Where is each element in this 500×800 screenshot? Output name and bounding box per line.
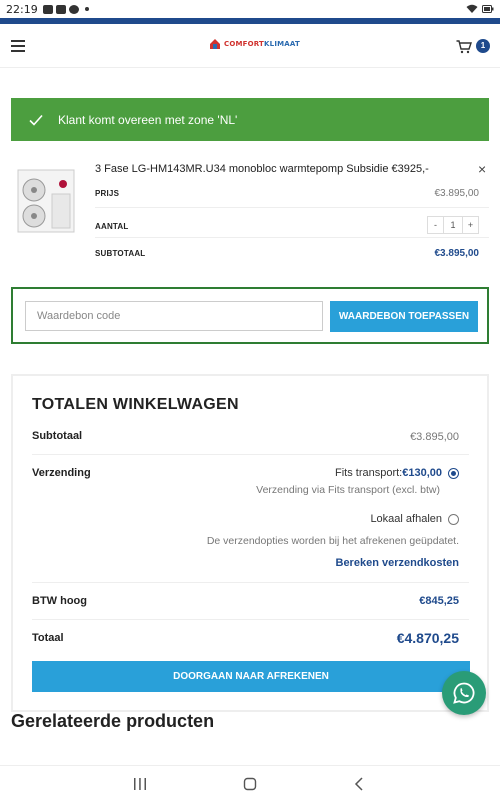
- subtotal-row: SUBTOTAAL €3.895,00: [95, 240, 489, 268]
- battery-icon: [482, 5, 494, 13]
- home-icon[interactable]: [240, 776, 260, 792]
- notification-icons: [42, 4, 89, 14]
- quantity-stepper: - 1 +: [427, 216, 479, 234]
- fits-transport-note: Verzending via Fits transport (excl. btw…: [256, 484, 440, 496]
- cart-item: 3 Fase LG-HM143MR.U34 monobloc warmtepom…: [11, 158, 489, 268]
- quantity-decrease-button[interactable]: -: [428, 217, 443, 233]
- shipping-update-note: De verzendopties worden bij het afrekene…: [206, 535, 459, 547]
- cart-icon: [456, 40, 472, 54]
- zone-match-notice: Klant komt overeen met zone 'NL': [11, 98, 489, 141]
- fits-transport-price: €130,00: [402, 467, 442, 479]
- quantity-row: AANTAL - 1 +: [95, 210, 489, 238]
- quantity-input[interactable]: 1: [443, 217, 463, 233]
- vat-label: BTW hoog: [32, 595, 87, 607]
- totals-subtotal-label: Subtotaal: [32, 430, 83, 442]
- house-logo-icon: [210, 39, 220, 49]
- whatsapp-chat-button[interactable]: [442, 671, 486, 715]
- total-value: €4.870,25: [396, 630, 459, 646]
- settings-icon: [68, 4, 79, 14]
- apply-coupon-button[interactable]: WAARDEBON TOEPASSEN: [330, 301, 478, 332]
- status-time: 22:19: [6, 2, 38, 16]
- more-notifications-icon: [84, 7, 89, 11]
- wifi-icon: [466, 4, 478, 13]
- site-header: COMFORTKLIMAAT 1: [0, 24, 500, 68]
- recent-apps-icon[interactable]: [130, 776, 150, 792]
- totals-subtotal-value: €3.895,00: [410, 431, 459, 443]
- proceed-to-checkout-button[interactable]: DOORGAAN NAAR AFREKENEN: [32, 661, 470, 692]
- cart-count-badge: 1: [476, 39, 490, 53]
- product-title[interactable]: 3 Fase LG-HM143MR.U34 monobloc warmtepom…: [95, 163, 455, 175]
- total-label: Totaal: [32, 632, 64, 644]
- shipping-option-pickup[interactable]: Lokaal afhalen: [370, 513, 459, 525]
- cart-totals: TOTALEN WINKELWAGEN Subtotaal €3.895,00 …: [11, 374, 489, 712]
- cart-totals-heading: TOTALEN WINKELWAGEN: [32, 396, 239, 413]
- back-icon[interactable]: [350, 776, 370, 792]
- vat-row: BTW hoog €845,25: [32, 583, 469, 620]
- coupon-form: WAARDEBON TOEPASSEN: [11, 287, 489, 344]
- system-icons: [466, 4, 494, 14]
- local-pickup-name: Lokaal afhalen: [370, 513, 442, 525]
- quantity-increase-button[interactable]: +: [463, 217, 478, 233]
- remove-item-button[interactable]: ×: [478, 162, 486, 176]
- status-bar: 22:19: [0, 0, 500, 18]
- menu-icon[interactable]: [11, 40, 25, 52]
- whatsapp-icon: [453, 682, 475, 704]
- notice-text: Klant komt overeen met zone 'NL': [58, 112, 238, 127]
- subtotal-label: SUBTOTAAL: [95, 249, 146, 258]
- shipping-option-fits[interactable]: Fits transport: €130,00: [335, 467, 459, 479]
- site-logo[interactable]: COMFORTKLIMAAT: [209, 38, 300, 50]
- grand-total-row: Totaal €4.870,25: [32, 620, 469, 656]
- shipping-label: Verzending: [32, 467, 91, 479]
- cart-button[interactable]: 1: [456, 37, 492, 57]
- product-image[interactable]: [16, 166, 76, 236]
- price-label: PRIJS: [95, 189, 120, 198]
- related-products-heading: Gerelateerde producten: [11, 711, 215, 731]
- gallery-icon: [55, 4, 66, 14]
- fits-transport-radio[interactable]: [448, 467, 459, 479]
- checkmark-icon: [29, 114, 43, 126]
- youtube-icon: [42, 4, 53, 14]
- price-row: PRIJS €3.895,00: [95, 180, 489, 208]
- price-value: €3.895,00: [434, 188, 480, 199]
- quantity-label: AANTAL: [95, 222, 129, 231]
- local-pickup-radio[interactable]: [448, 513, 459, 525]
- coupon-code-input[interactable]: [25, 301, 323, 331]
- vat-value: €845,25: [419, 595, 459, 607]
- totals-subtotal-row: Subtotaal €3.895,00: [32, 424, 469, 455]
- calculate-shipping-link[interactable]: Bereken verzendkosten: [336, 557, 460, 569]
- shipping-row: Verzending Fits transport: €130,00 Verze…: [32, 455, 469, 583]
- subtotal-value: €3.895,00: [434, 248, 480, 259]
- fits-transport-name: Fits transport:: [334, 467, 403, 479]
- logo-text: COMFORTKLIMAAT: [224, 40, 300, 48]
- system-navigation-bar: [0, 765, 500, 800]
